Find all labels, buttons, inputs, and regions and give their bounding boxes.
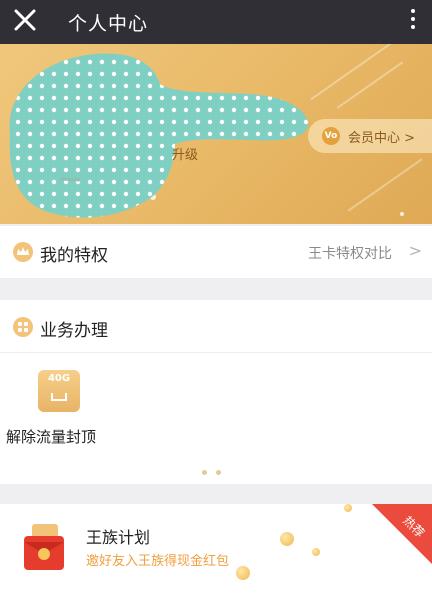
page-indicator bbox=[202, 460, 230, 479]
red-envelope-icon bbox=[24, 524, 64, 570]
plan-title: 王族计划 bbox=[86, 528, 151, 547]
traffic-unlock-icon[interactable]: 40G bbox=[38, 370, 80, 412]
hot-badge: 热荐 bbox=[372, 504, 432, 564]
plan-subtitle: 邀好友入王族得现金红包 bbox=[86, 554, 230, 569]
compare-link[interactable]: 王卡特权对比 bbox=[308, 243, 392, 263]
more-menu-icon[interactable] bbox=[408, 6, 418, 36]
level-label: 升级 bbox=[172, 148, 199, 163]
royal-plan-card[interactable]: 王族计划 邀好友入王族得现金红包 热荐 bbox=[0, 504, 432, 603]
coin-icon bbox=[280, 532, 294, 546]
coin-icon bbox=[344, 504, 352, 512]
close-icon[interactable] bbox=[10, 5, 40, 35]
crown-icon bbox=[13, 242, 33, 262]
business-title: 业务办理 bbox=[40, 321, 108, 341]
vip-badge-icon: Vo bbox=[322, 127, 340, 145]
my-privileges-row[interactable]: 我的特权 王卡特权对比 > bbox=[0, 226, 432, 278]
coin-icon bbox=[312, 548, 320, 556]
traffic-unlock-label[interactable]: 解除流量封顶 bbox=[6, 426, 96, 447]
divider bbox=[0, 352, 432, 353]
grid-icon bbox=[13, 317, 33, 337]
member-banner: 升级 Vo 会员中心 > bbox=[0, 44, 432, 224]
top-bar: 个人中心 bbox=[0, 0, 432, 44]
coin-icon bbox=[236, 566, 250, 580]
privileges-title: 我的特权 bbox=[40, 246, 108, 266]
avatar-placeholder bbox=[9, 53, 309, 218]
vip-center-label: 会员中心 > bbox=[348, 131, 416, 146]
page-title: 个人中心 bbox=[68, 13, 149, 35]
sparkle-icon bbox=[400, 212, 404, 216]
vip-center-button[interactable]: Vo 会员中心 > bbox=[308, 119, 432, 153]
chevron-right-icon: > bbox=[408, 241, 422, 260]
business-section: 业务办理 40G 解除流量封顶 bbox=[0, 300, 432, 484]
